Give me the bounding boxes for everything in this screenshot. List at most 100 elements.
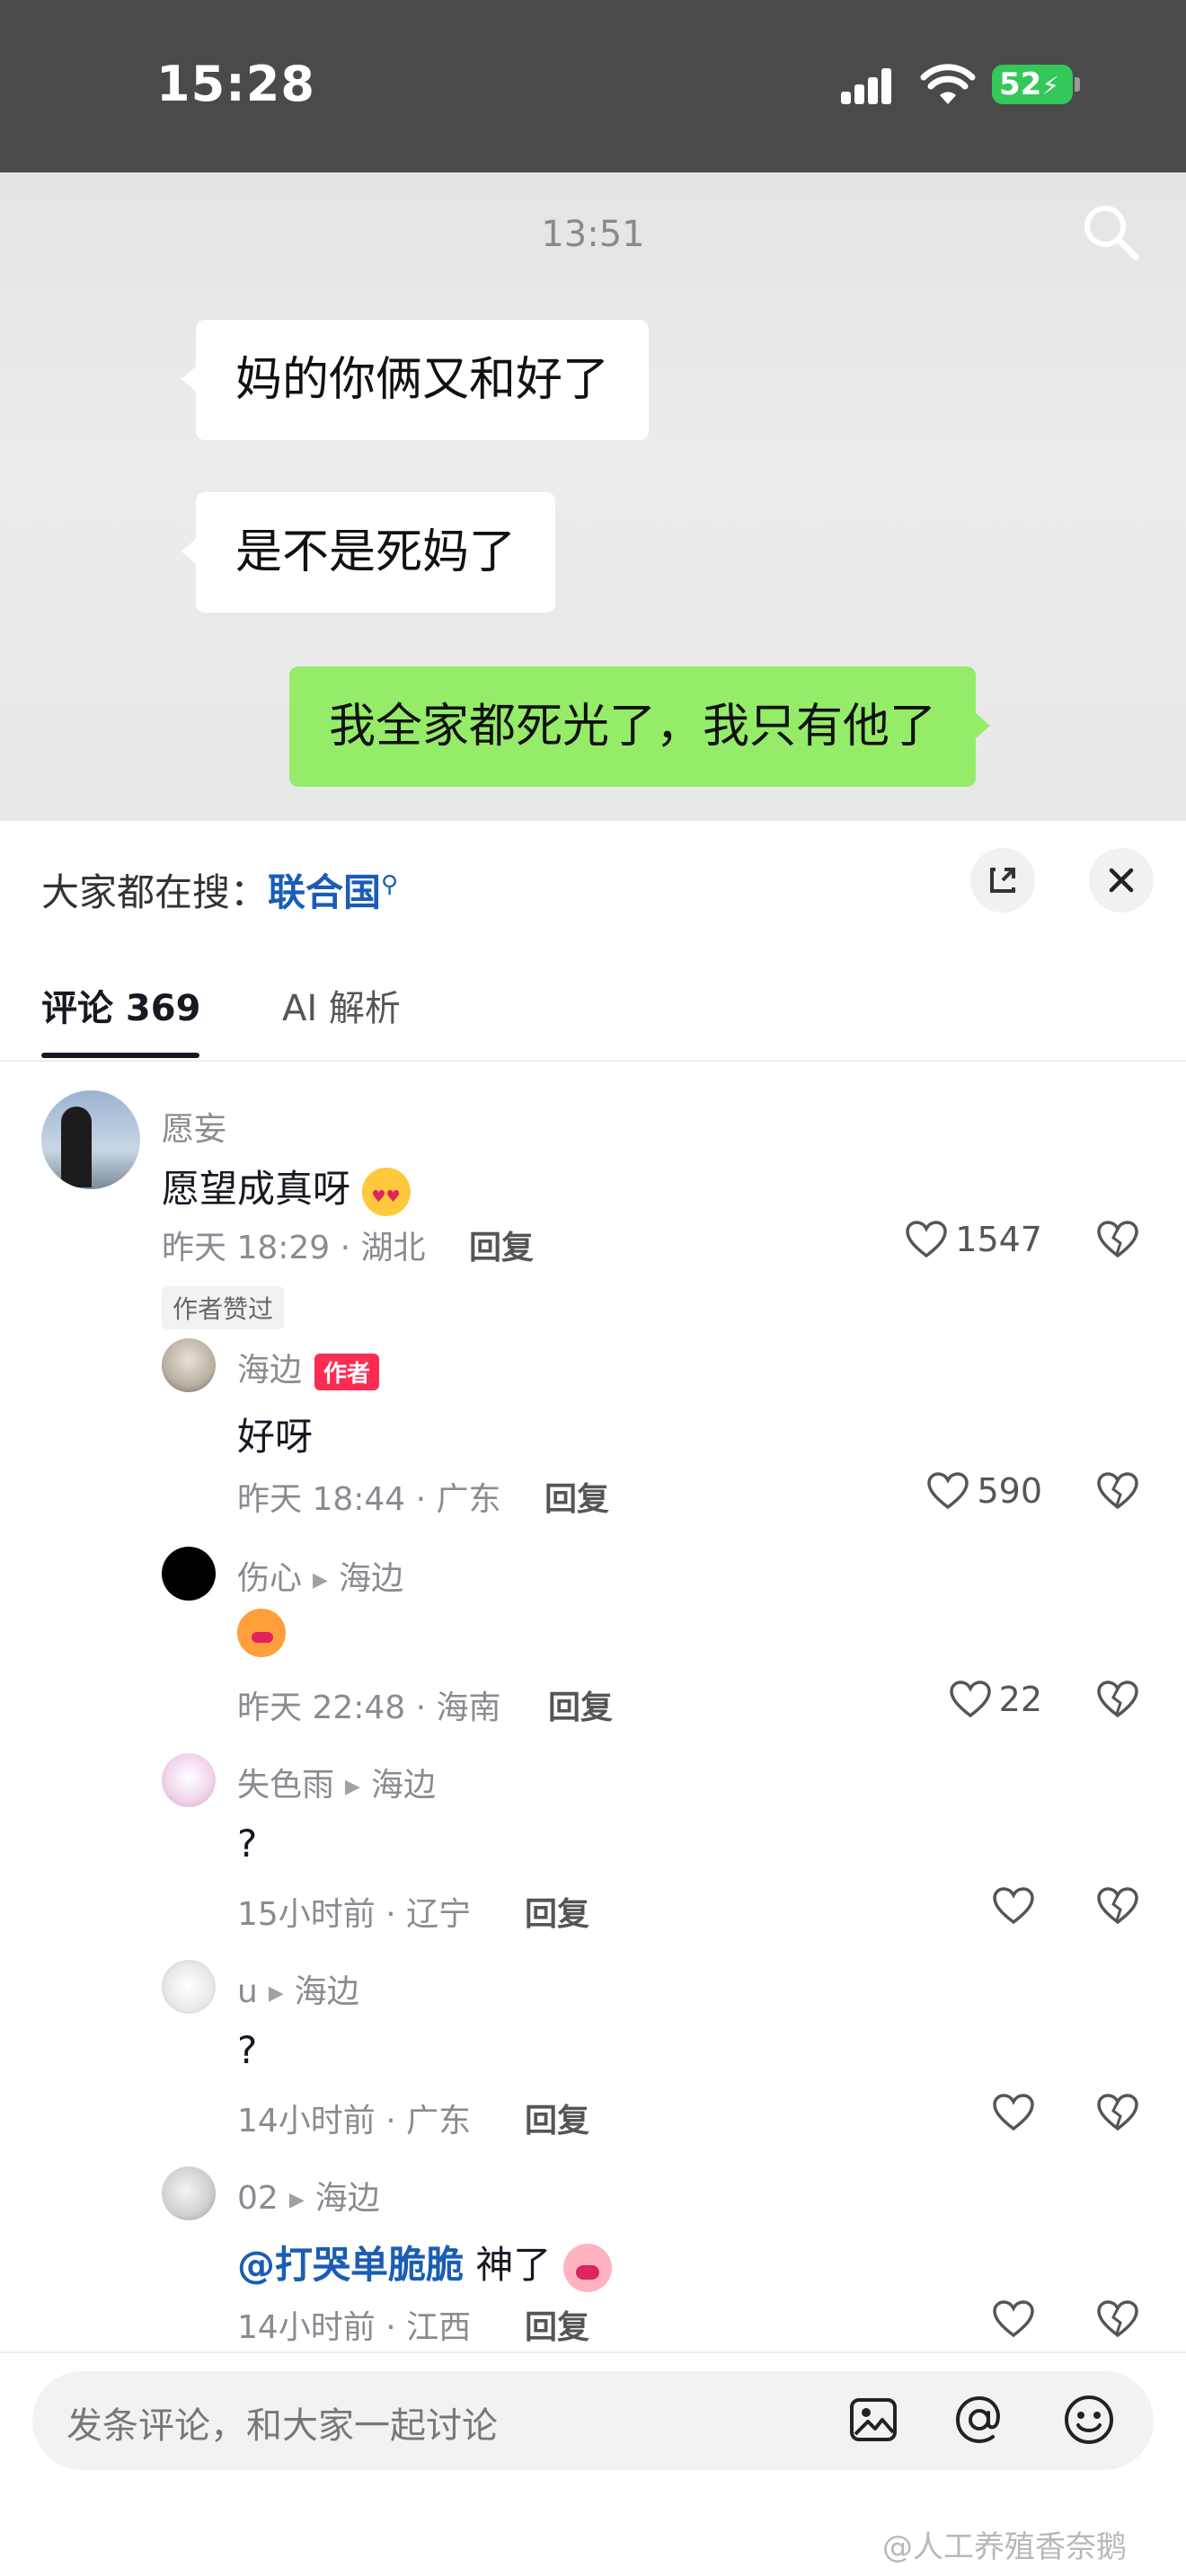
expand-button[interactable] — [970, 848, 1035, 913]
heart-icon — [993, 2094, 1034, 2131]
comment-text: @打哭单脆脆 神了 — [237, 2235, 612, 2292]
reply-arrow-icon: ▶ — [268, 1981, 284, 2005]
avatar[interactable] — [41, 1090, 140, 1189]
hot-search-keyword[interactable]: 联合国 — [268, 870, 381, 914]
broken-heart-icon[interactable] — [1094, 1883, 1141, 1929]
reply-to-user[interactable]: 海边 — [339, 1560, 403, 1597]
like-count: 22 — [998, 1680, 1042, 1719]
comment-body: 愿望成真呀 — [162, 1167, 351, 1211]
video-player[interactable]: 13:51 妈的你俩又和好了 是不是死妈了 我全家都死光了，我只有他了 — [0, 172, 1186, 821]
avatar[interactable] — [162, 1338, 216, 1392]
reply-button[interactable]: 回复 — [548, 1681, 613, 1728]
wifi-icon — [920, 64, 976, 104]
reply-arrow-icon: ▶ — [345, 1775, 360, 1798]
heart-icon — [993, 2300, 1034, 2338]
like-button[interactable] — [898, 1883, 1042, 1929]
close-icon — [1109, 868, 1134, 893]
comment-username[interactable]: 失色雨 ▶ 海边 — [237, 1759, 436, 1805]
mention-link[interactable]: @打哭单脆脆 — [237, 2243, 464, 2287]
reply-arrow-icon: ▶ — [288, 2188, 305, 2211]
comment-placeholder: 发条评论，和大家一起讨论 — [66, 2405, 498, 2447]
reply-button[interactable]: 回复 — [469, 1222, 534, 1268]
tab-comments[interactable]: 评论 369 — [41, 979, 200, 1031]
comment-input-bar: 发条评论，和大家一起讨论 — [0, 2351, 1186, 2486]
reply-button[interactable]: 回复 — [525, 2301, 589, 2348]
username-text: 海边 — [237, 1352, 303, 1389]
author-liked-badge: 作者赞过 — [162, 1286, 285, 1329]
like-button[interactable]: 590 — [898, 1468, 1042, 1514]
like-button[interactable] — [898, 2089, 1042, 2136]
search-icon[interactable] — [1078, 199, 1145, 266]
image-icon[interactable] — [846, 2393, 900, 2447]
battery-cap — [1075, 77, 1080, 92]
comment-meta: 昨天 18:29 · 湖北 — [162, 1230, 426, 1266]
username-text: u — [237, 1973, 258, 2010]
comments-panel: 大家都在搜：联合国⚲ 评论 369 AI 解析 愿妄 愿望成真呀 ♥♥ 昨天 1… — [0, 821, 1186, 2576]
hot-search[interactable]: 大家都在搜：联合国⚲ — [41, 862, 398, 917]
broken-heart-icon[interactable] — [1094, 1468, 1141, 1514]
reply-to-user[interactable]: 海边 — [371, 1767, 436, 1804]
broken-heart-icon[interactable] — [1094, 2296, 1141, 2342]
love-face-emoji: ♥♥ — [362, 1167, 412, 1216]
like-button[interactable]: 22 — [898, 1676, 1042, 1723]
heart-icon — [906, 1221, 948, 1258]
divider — [0, 1060, 1186, 1062]
comment-username[interactable]: 愿妄 — [162, 1103, 226, 1150]
tab-ai-analysis[interactable]: AI 解析 — [282, 979, 401, 1031]
comment-body: 神了 — [464, 2243, 552, 2287]
username-text: 失色雨 — [237, 1767, 335, 1804]
reply-to-user[interactable]: 海边 — [315, 2180, 380, 2217]
username-text: 02 — [237, 2180, 279, 2217]
comment-text: 愿望成真呀 ♥♥ — [162, 1159, 412, 1216]
comment-meta: 15小时前 · 辽宁 — [237, 1896, 472, 1933]
avatar[interactable] — [162, 1547, 216, 1601]
avatar[interactable] — [162, 1753, 216, 1807]
reply-to-user[interactable]: 海边 — [295, 1973, 359, 2010]
comment-input[interactable]: 发条评论，和大家一起讨论 — [32, 2371, 1154, 2470]
avatar[interactable] — [162, 2166, 216, 2220]
comment-text: ? — [237, 1822, 258, 1866]
hot-search-label: 大家都在搜： — [41, 870, 269, 914]
status-time: 15:28 — [156, 56, 315, 112]
pig-face-emoji — [562, 2243, 612, 2292]
broken-heart-icon[interactable] — [1094, 2089, 1141, 2136]
chat-bubble-left: 妈的你俩又和好了 — [181, 320, 650, 440]
active-tab-indicator — [41, 1053, 199, 1058]
broken-heart-icon[interactable] — [1094, 1676, 1141, 1723]
close-button[interactable] — [1089, 848, 1154, 913]
chat-bubble-right: 我全家都死光了，我只有他了 — [289, 666, 991, 787]
signal-icon — [841, 68, 900, 104]
comment-username[interactable]: u ▶ 海边 — [237, 1965, 359, 2012]
battery-charging-icon: 52⚡ — [992, 65, 1073, 104]
at-icon[interactable] — [952, 2393, 1006, 2447]
comment-username[interactable]: 伤心 ▶ 海边 — [237, 1552, 403, 1599]
chat-bubble-left: 是不是死妈了 — [181, 492, 556, 613]
comment-username[interactable]: 02 ▶ 海边 — [237, 2172, 380, 2219]
comment-meta: 昨天 18:44 · 广东 — [237, 1481, 501, 1518]
like-button[interactable] — [898, 2296, 1042, 2342]
comment-username[interactable]: 海边 作者 — [237, 1344, 380, 1390]
reply-arrow-icon: ▶ — [313, 1568, 328, 1592]
heart-icon — [993, 1887, 1034, 1925]
broken-heart-icon[interactable] — [1094, 1216, 1141, 1263]
comment-text: 好呀 — [237, 1415, 314, 1459]
avatar[interactable] — [162, 1960, 216, 2014]
expand-icon — [990, 868, 1015, 893]
reply-button[interactable]: 回复 — [525, 1888, 589, 1935]
battery-level: 52 — [999, 66, 1042, 102]
like-button[interactable]: 1547 — [898, 1216, 1042, 1263]
search-small-icon: ⚲ — [381, 871, 399, 898]
reply-button[interactable]: 回复 — [544, 1473, 609, 1520]
like-count: 1547 — [955, 1220, 1042, 1259]
like-count: 590 — [977, 1471, 1042, 1511]
comment-meta: 14小时前 · 广东 — [237, 2103, 472, 2139]
comment-meta: 昨天 22:48 · 海南 — [237, 1689, 501, 1726]
reply-button[interactable]: 回复 — [525, 2095, 589, 2141]
comment-text — [237, 1608, 286, 1657]
author-tag: 作者 — [314, 1353, 380, 1390]
heart-icon — [927, 1472, 969, 1510]
emoji-icon[interactable] — [1062, 2393, 1116, 2447]
comment-text: ? — [237, 2028, 258, 2072]
kiss-face-emoji — [237, 1608, 286, 1657]
comment-meta: 14小时前 · 江西 — [237, 2309, 472, 2346]
